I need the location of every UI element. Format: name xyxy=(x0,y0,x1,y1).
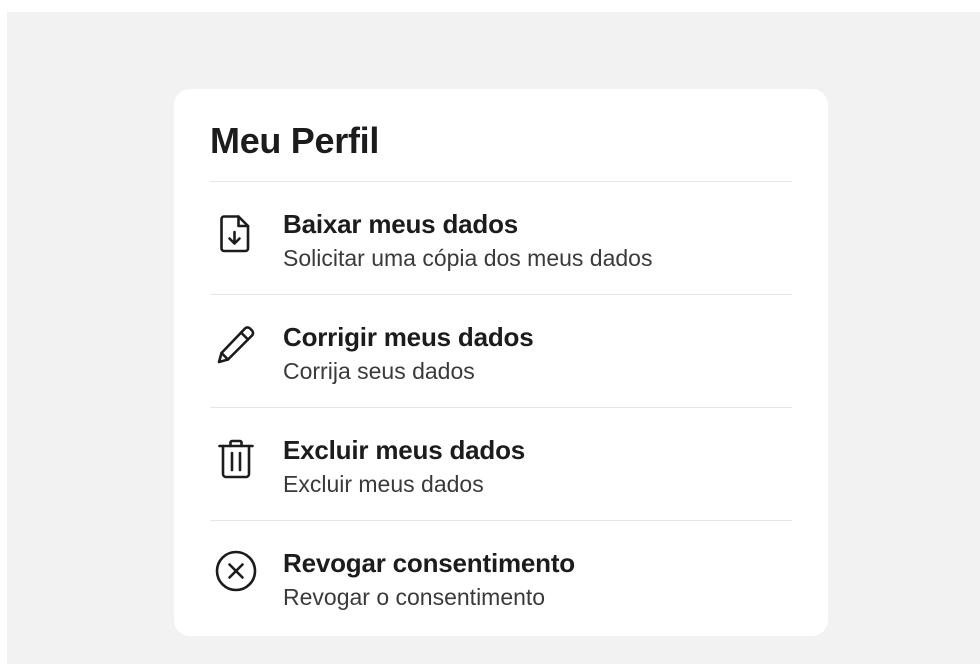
pencil-icon xyxy=(210,319,262,371)
revoke-consent-label: Revogar consentimento xyxy=(283,548,575,578)
delete-data-item[interactable]: Excluir meus dados Excluir meus dados xyxy=(210,408,792,521)
correct-data-label: Corrigir meus dados xyxy=(283,322,534,352)
revoke-consent-text: Revogar consentimento Revogar o consenti… xyxy=(283,547,792,611)
profile-card: Meu Perfil Baixar meus dados Solicitar u… xyxy=(174,89,828,636)
download-data-label: Baixar meus dados xyxy=(283,209,519,239)
delete-data-description: Excluir meus dados xyxy=(283,471,484,497)
correct-data-item[interactable]: Corrigir meus dados Corrija seus dados xyxy=(210,295,792,408)
delete-data-label: Excluir meus dados xyxy=(283,435,526,465)
correct-data-text: Corrigir meus dados Corrija seus dados xyxy=(283,321,792,385)
download-document-icon xyxy=(210,206,262,258)
trash-icon xyxy=(210,432,262,484)
close-circle-icon xyxy=(210,545,262,597)
download-data-item[interactable]: Baixar meus dados Solicitar uma cópia do… xyxy=(210,182,792,295)
revoke-consent-description: Revogar o consentimento xyxy=(283,584,546,610)
revoke-consent-item[interactable]: Revogar consentimento Revogar o consenti… xyxy=(210,521,792,634)
correct-data-description: Corrija seus dados xyxy=(283,358,475,384)
profile-menu: Baixar meus dados Solicitar uma cópia do… xyxy=(210,182,792,634)
download-data-description: Solicitar uma cópia dos meus dados xyxy=(283,245,653,271)
delete-data-text: Excluir meus dados Excluir meus dados xyxy=(283,434,792,498)
page-title: Meu Perfil xyxy=(210,89,792,182)
download-data-text: Baixar meus dados Solicitar uma cópia do… xyxy=(283,208,792,272)
